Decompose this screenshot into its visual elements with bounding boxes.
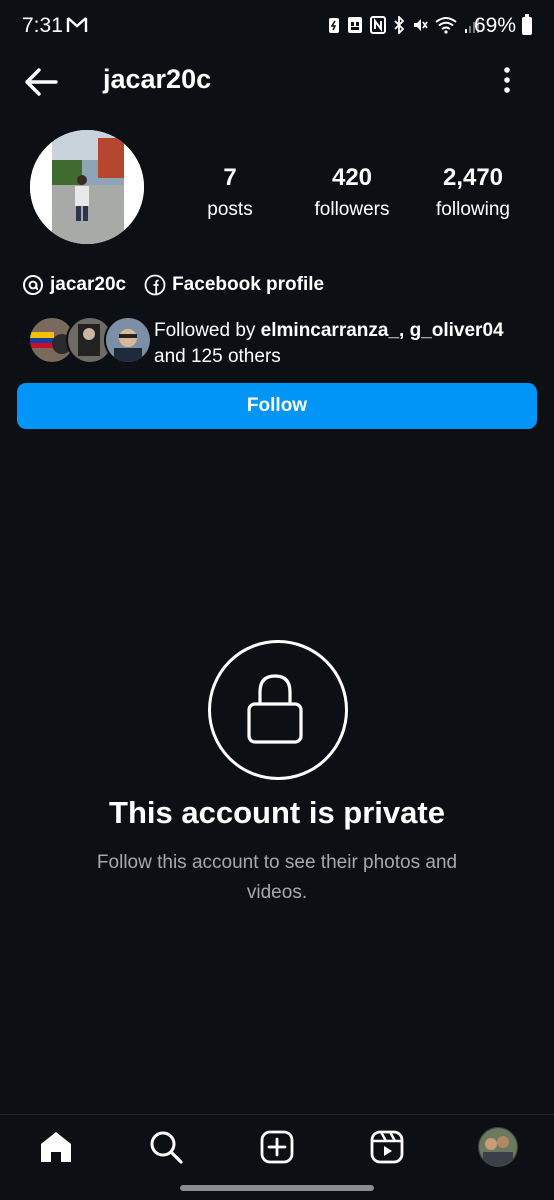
private-title: This account is private bbox=[109, 795, 445, 830]
battery-percent: 69% bbox=[474, 14, 517, 37]
battery-icon bbox=[522, 14, 532, 35]
nav-create[interactable] bbox=[257, 1127, 297, 1167]
mutual-avatar bbox=[104, 316, 152, 364]
following-label: following bbox=[436, 199, 510, 220]
profile-links: jacar20c Facebook profile bbox=[22, 274, 324, 296]
lock-icon bbox=[247, 674, 303, 744]
followed-by-text[interactable]: Followed by elmincarranza_, g_oliver04 a… bbox=[154, 318, 534, 370]
create-icon bbox=[260, 1130, 294, 1164]
nav-search[interactable] bbox=[146, 1127, 186, 1167]
bottom-nav-divider bbox=[0, 1114, 554, 1115]
more-options-icon bbox=[504, 67, 510, 93]
follow-button[interactable]: Follow bbox=[17, 383, 537, 429]
followers-count: 420 bbox=[331, 164, 373, 191]
search-icon bbox=[150, 1131, 183, 1164]
followed-by-suffix: and 125 others bbox=[154, 346, 281, 367]
posts-count: 7 bbox=[223, 164, 237, 191]
mute-icon bbox=[412, 16, 428, 38]
posts-stat: 7 posts bbox=[170, 164, 290, 221]
facebook-link[interactable]: Facebook profile bbox=[144, 274, 324, 296]
back-button[interactable] bbox=[22, 62, 62, 102]
nav-home[interactable] bbox=[36, 1127, 76, 1167]
bluetooth-icon bbox=[393, 14, 405, 38]
followed-by-names: elmincarranza_, g_oliver04 bbox=[260, 320, 504, 341]
facebook-icon bbox=[144, 274, 166, 296]
back-arrow-icon bbox=[25, 68, 58, 96]
sim-icon bbox=[347, 16, 363, 38]
profile-photo bbox=[30, 130, 144, 244]
threads-link[interactable]: jacar20c bbox=[22, 274, 126, 296]
more-options-button[interactable] bbox=[494, 64, 520, 96]
battery-saver-icon bbox=[328, 16, 340, 38]
wifi-icon bbox=[435, 16, 457, 38]
private-lock-badge bbox=[208, 640, 348, 780]
nav-reels[interactable] bbox=[367, 1127, 407, 1167]
header-username: jacar20c bbox=[103, 64, 212, 94]
private-subtitle: Follow this account to see their photos … bbox=[96, 852, 458, 903]
following-count: 2,470 bbox=[442, 164, 504, 191]
following-stat[interactable]: 2,470 following bbox=[413, 164, 533, 221]
status-bar: 7:31 69% bbox=[0, 0, 554, 52]
followed-by-prefix: Followed by bbox=[154, 320, 261, 341]
posts-label: posts bbox=[207, 199, 253, 220]
reels-icon bbox=[370, 1130, 404, 1164]
home-indicator[interactable] bbox=[180, 1185, 374, 1191]
status-time: 7:31 bbox=[22, 14, 63, 37]
profile-avatar[interactable] bbox=[30, 130, 144, 244]
status-icons bbox=[328, 14, 480, 38]
followers-label: followers bbox=[314, 199, 390, 220]
profile-avatar-thumbnail bbox=[479, 1128, 517, 1166]
facebook-label: Facebook profile bbox=[172, 274, 325, 295]
nfc-icon bbox=[370, 16, 386, 38]
home-icon bbox=[41, 1132, 71, 1162]
gmail-icon bbox=[66, 16, 88, 39]
nav-profile-avatar[interactable] bbox=[478, 1127, 518, 1167]
threads-icon bbox=[23, 275, 43, 295]
threads-handle: jacar20c bbox=[50, 274, 127, 295]
followers-stat[interactable]: 420 followers bbox=[292, 164, 412, 221]
